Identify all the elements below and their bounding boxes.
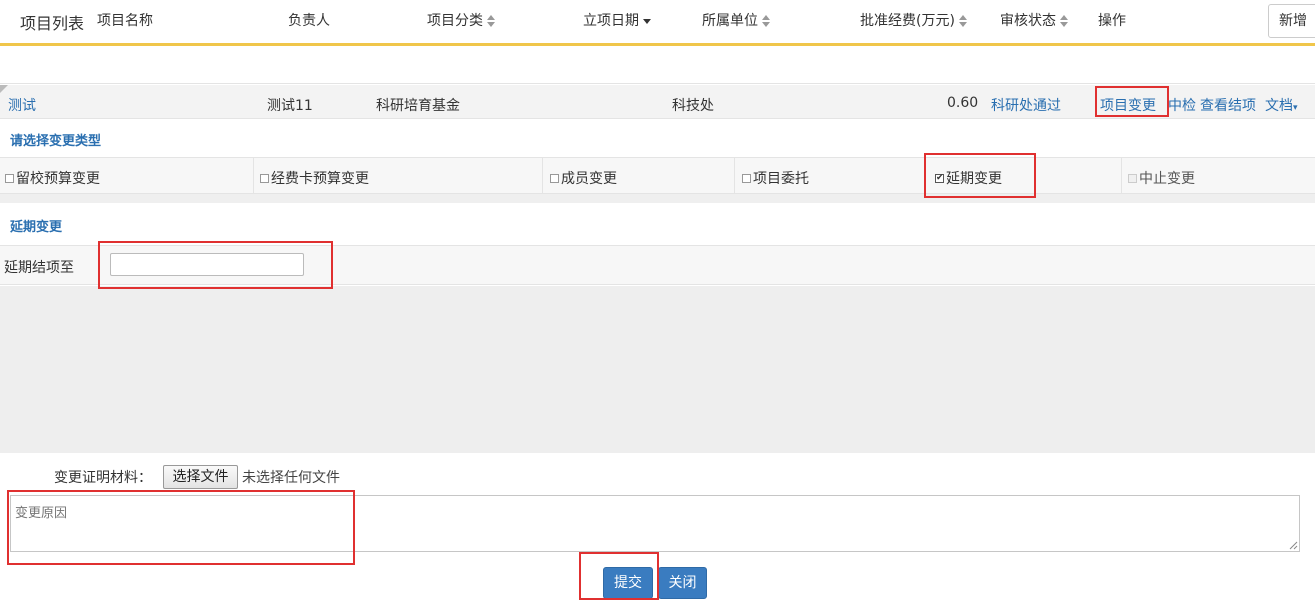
checkbox-disabled — [1128, 173, 1137, 183]
col-header-funds[interactable]: 批准经费(万元) — [860, 10, 967, 30]
col-header-owner[interactable]: 负责人 — [288, 10, 330, 30]
section-gap — [0, 194, 1315, 203]
option-member-change[interactable]: 成员变更 — [550, 168, 617, 188]
change-reason-textarea[interactable] — [10, 495, 1300, 552]
cell-funds: 0.60 — [947, 95, 979, 111]
sort-desc-icon — [643, 17, 651, 25]
attachment-label: 变更证明材料： — [54, 470, 152, 486]
change-type-heading: 请选择变更类型 — [10, 134, 102, 149]
table-header — [0, 46, 1315, 84]
option-delay-change[interactable]: ✔ 延期变更 — [935, 168, 1002, 188]
checkbox[interactable] — [550, 173, 559, 183]
sort-icon — [762, 15, 770, 27]
sort-icon — [1060, 15, 1068, 27]
cell-status-link[interactable]: 科研处通过 — [991, 95, 1061, 115]
submit-button[interactable]: 提交 — [603, 567, 653, 599]
col-header-category[interactable]: 项目分类 — [427, 10, 495, 30]
cell-unit: 科技处 — [672, 98, 714, 114]
no-file-text: 未选择任何文件 — [242, 470, 340, 486]
sort-icon — [958, 15, 967, 27]
cell-category: 科研培育基金 — [376, 98, 460, 114]
option-project-delegation[interactable]: 项目委托 — [742, 168, 809, 188]
dropdown-arrow-icon: ▾ — [1293, 103, 1298, 113]
col-header-date[interactable]: 立项日期 — [583, 10, 651, 30]
option-school-budget-change[interactable]: 留校预算变更 — [5, 168, 100, 188]
action-view-closure[interactable]: 查看结项 — [1200, 95, 1256, 115]
empty-content-area — [0, 286, 1315, 453]
checkbox[interactable] — [260, 173, 269, 183]
action-midterm-check[interactable]: 中检 — [1168, 95, 1196, 115]
sort-icon — [487, 15, 495, 27]
action-documents[interactable]: 文档▾ — [1265, 95, 1298, 115]
delay-field-label: 延期结项至 — [4, 260, 74, 276]
col-header-name[interactable]: 项目名称 — [97, 10, 153, 30]
option-suspension-change: 中止变更 — [1128, 168, 1195, 188]
row-corner-marker — [0, 85, 8, 93]
action-project-change[interactable]: 项目变更 — [1100, 95, 1156, 115]
project-name-link[interactable]: 测试 — [8, 95, 36, 115]
checkbox[interactable] — [742, 173, 751, 183]
delay-heading: 延期变更 — [10, 220, 63, 235]
col-header-actions: 操作 — [1098, 13, 1126, 29]
resize-grip-icon[interactable] — [1288, 540, 1298, 550]
option-fund-card-budget-change[interactable]: 经费卡预算变更 — [260, 168, 369, 188]
choose-file-button[interactable]: 选择文件 — [163, 465, 238, 489]
col-header-status[interactable]: 审核状态 — [1000, 10, 1068, 30]
close-button[interactable]: 关闭 — [658, 567, 707, 599]
new-button[interactable]: 新增 — [1268, 4, 1315, 38]
checkbox[interactable] — [5, 173, 14, 183]
cell-owner: 测试11 — [267, 98, 313, 114]
col-header-unit[interactable]: 所属单位 — [702, 10, 770, 30]
delay-date-input[interactable] — [110, 253, 304, 276]
page-title: 项目列表 — [20, 14, 85, 33]
checkbox-checked[interactable]: ✔ — [935, 173, 944, 183]
